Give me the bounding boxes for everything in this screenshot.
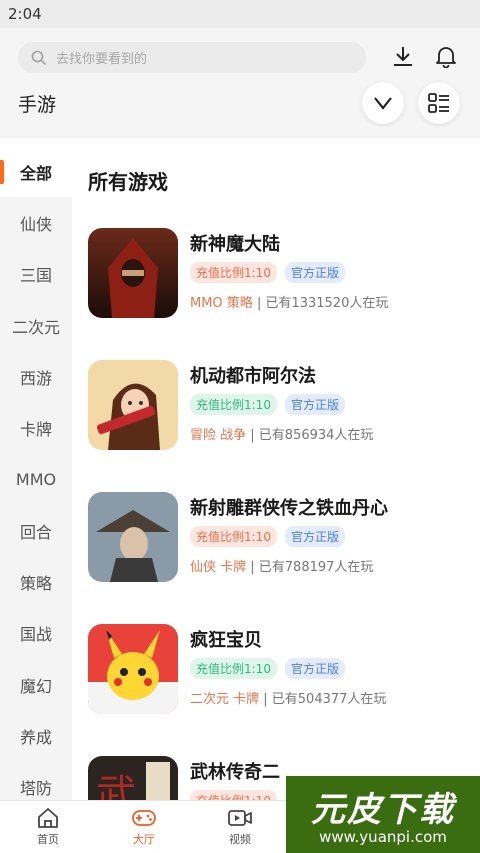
sidebar-item-national-war[interactable]: 国战 [0, 608, 72, 659]
nav-label: 视频 [229, 833, 251, 846]
category-sidebar: 全部 仙侠 三国 二次元 西游 卡牌 MMO 回合 策略 国战 魔幻 养成 塔防 [0, 146, 72, 800]
nav-item-home[interactable]: 首页 [18, 807, 78, 847]
section-title: 所有游戏 [88, 170, 168, 194]
recharge-rate-badge: 充值比例1:10 [190, 658, 277, 679]
sidebar-item-label: MMO [15, 469, 57, 489]
game-genre: 冒险 战争 [190, 428, 247, 443]
nav-item-video[interactable]: 视频 [210, 807, 270, 847]
game-name: 新射雕群侠传之铁血丹心 [190, 498, 388, 519]
search-placeholder: 去找你要看到的 [56, 52, 148, 67]
game-thumbnail [88, 492, 178, 582]
sidebar-item-turn-based[interactable]: 回合 [0, 505, 72, 556]
game-genre: MMO 策略 [190, 296, 253, 311]
game-name: 机动都市阿尔法 [190, 366, 316, 387]
player-count: | 已有1331520人在玩 [252, 296, 389, 311]
sidebar-item-label: 国战 [19, 625, 52, 645]
nav-item-hall[interactable]: 大厅 [114, 807, 174, 847]
sidebar-item-xiyou[interactable]: 西游 [0, 351, 72, 402]
sidebar-item-raising[interactable]: 养成 [0, 710, 72, 761]
search-input[interactable]: 去找你要看到的 [18, 42, 366, 73]
content-panel: 全部 仙侠 三国 二次元 西游 卡牌 MMO 回合 策略 国战 魔幻 养成 塔防… [0, 146, 480, 800]
sidebar-item-mmo[interactable]: MMO [0, 454, 72, 505]
recharge-rate-badge: 充值比例1:10 [190, 526, 277, 547]
chevron-down-icon [374, 97, 392, 110]
sidebar-item-label: 西游 [19, 368, 52, 388]
nav-label: 首页 [37, 833, 59, 846]
game-thumbnail: 武 [88, 756, 178, 800]
game-name: 武林传奇二 [190, 762, 280, 783]
game-item[interactable]: 新射雕群侠传之铁血丹心 充值比例1:10 官方正版 仙侠 卡牌 | 已有7881… [88, 492, 478, 592]
search-icon [31, 50, 46, 65]
game-genre: 仙侠 卡牌 [190, 560, 247, 575]
sidebar-item-label: 全部 [19, 163, 52, 183]
download-icon[interactable] [389, 42, 417, 70]
game-item[interactable]: 机动都市阿尔法 充值比例1:10 官方正版 冒险 战争 | 已有856934人在… [88, 360, 478, 460]
sidebar-item-xianxia[interactable]: 仙侠 [0, 197, 72, 248]
game-name: 新神魔大陆 [190, 234, 280, 255]
layout-toggle-button[interactable] [418, 82, 460, 124]
sidebar-item-card[interactable]: 卡牌 [0, 402, 72, 453]
sidebar-item-label: 回合 [19, 522, 52, 542]
official-badge: 官方正版 [284, 262, 345, 283]
official-badge: 官方正版 [284, 394, 345, 415]
sidebar-item-all[interactable]: 全部 [0, 146, 72, 198]
bell-icon[interactable] [432, 42, 460, 70]
sidebar-item-anime[interactable]: 二次元 [0, 300, 72, 351]
game-thumbnail [88, 360, 178, 450]
watermark-logo: 元皮下载 www.yuanpi.com [286, 776, 480, 853]
player-count: | 已有788197人在玩 [246, 560, 374, 575]
page-title: 手游 [18, 94, 57, 116]
game-name: 疯狂宝贝 [190, 630, 262, 651]
sidebar-item-sanguo[interactable]: 三国 [0, 249, 72, 300]
game-meta: MMO 策略 | 已有1331520人在玩 [190, 292, 388, 311]
sidebar-item-fantasy[interactable]: 魔幻 [0, 659, 72, 710]
official-badge: 官方正版 [284, 526, 345, 547]
game-meta: 仙侠 卡牌 | 已有788197人在玩 [190, 556, 373, 575]
list-grid-icon [428, 93, 449, 113]
recharge-rate-badge: 充值比例1:10 [190, 790, 277, 800]
sidebar-item-label: 策略 [19, 574, 52, 594]
game-thumbnail [88, 228, 178, 318]
game-meta: 冒险 战争 | 已有856934人在玩 [190, 424, 373, 443]
watermark-url: www.yuanpi.com [319, 828, 447, 846]
recharge-rate-badge: 充值比例1:10 [190, 262, 277, 283]
expand-button[interactable] [362, 82, 404, 124]
svg-text:武: 武 [96, 772, 136, 800]
player-count: | 已有856934人在玩 [246, 428, 374, 443]
watermark-title: 元皮下载 [311, 790, 455, 830]
official-badge: 官方正版 [284, 658, 345, 679]
status-time: 2:04 [8, 5, 42, 23]
sidebar-item-label: 二次元 [11, 317, 60, 337]
sidebar-item-label: 养成 [19, 727, 52, 747]
sidebar-item-label: 仙侠 [19, 214, 52, 234]
sidebar-item-tower-defense[interactable]: 塔防 [0, 762, 72, 800]
video-icon [228, 810, 252, 826]
home-icon [38, 808, 58, 828]
sidebar-item-label: 三国 [19, 266, 52, 286]
game-genre: 二次元 卡牌 [190, 692, 260, 707]
game-list: 所有游戏 新神魔大陆 充值比例1:10 官方正版 MMO 策略 | 已有1331… [72, 146, 480, 800]
sidebar-item-label: 卡牌 [19, 420, 52, 440]
sidebar-item-label: 魔幻 [19, 676, 52, 696]
status-bar: 2:04 [0, 0, 480, 28]
header: 去找你要看到的 手游 [0, 28, 480, 138]
game-thumbnail [88, 624, 178, 714]
game-item[interactable]: 疯狂宝贝 充值比例1:10 官方正版 二次元 卡牌 | 已有504377人在玩 [88, 624, 478, 724]
sidebar-item-strategy[interactable]: 策略 [0, 556, 72, 607]
player-count: | 已有504377人在玩 [259, 692, 387, 707]
sidebar-item-label: 塔防 [19, 779, 52, 799]
game-meta: 二次元 卡牌 | 已有504377人在玩 [190, 688, 386, 707]
nav-label: 大厅 [133, 833, 155, 846]
recharge-rate-badge: 充值比例1:10 [190, 394, 277, 415]
gamepad-icon [132, 810, 156, 826]
game-item[interactable]: 新神魔大陆 充值比例1:10 官方正版 MMO 策略 | 已有1331520人在… [88, 228, 478, 328]
